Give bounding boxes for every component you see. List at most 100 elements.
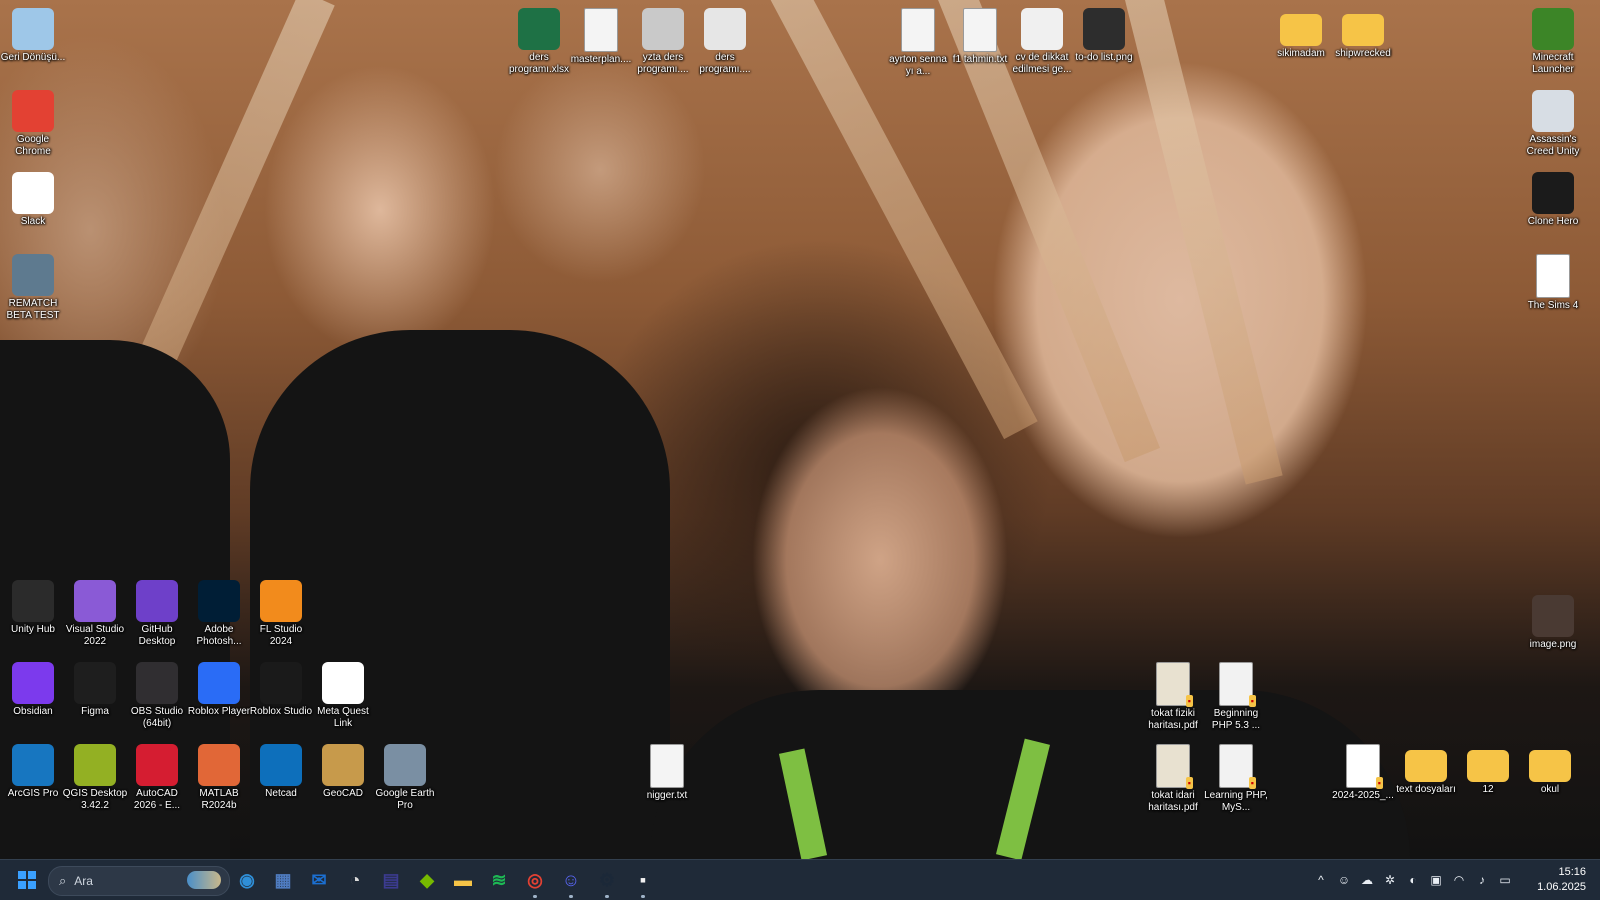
- start-button[interactable]: [12, 865, 42, 895]
- desktop-icon[interactable]: ▪ 2024-2025_...: [1330, 744, 1396, 802]
- desktop-icon[interactable]: QGIS Desktop 3.42.2: [62, 744, 128, 812]
- desktop-icon[interactable]: ▪ tokat idari haritası.pdf: [1140, 744, 1206, 814]
- desktop-icon[interactable]: cv de dikkat edilmesi ge...: [1009, 8, 1075, 76]
- desktop-icon[interactable]: Google Chrome: [0, 90, 66, 158]
- nvidia-taskbar-button[interactable]: ◆: [412, 865, 442, 895]
- desktop-icon[interactable]: Netcad: [248, 744, 314, 800]
- desktop-icon-label: Roblox Player: [187, 706, 251, 717]
- desktop-icon[interactable]: Meta Quest Link: [310, 662, 376, 730]
- desktop-icon[interactable]: Google Earth Pro: [372, 744, 438, 812]
- desktop-icon[interactable]: to-do list.png: [1071, 8, 1137, 64]
- folder-icon: [1405, 750, 1447, 782]
- desktop-icon[interactable]: Roblox Studio: [248, 662, 314, 718]
- desktop-icon-label: AutoCAD 2026 - E...: [133, 788, 181, 811]
- desktop-icon[interactable]: GeoCAD: [310, 744, 376, 800]
- control-panel-taskbar-button[interactable]: ▦: [268, 865, 298, 895]
- spotify-icon: ≋: [491, 869, 507, 890]
- matlab-icon: [198, 744, 240, 786]
- chrome-taskbar-icon: ◎: [527, 869, 543, 890]
- desktop-icon-label: Minecraft Launcher: [1532, 52, 1574, 75]
- pdf-icon: ▪: [1346, 744, 1383, 789]
- clock-app-taskbar-button[interactable]: ◔: [340, 865, 370, 895]
- pdf-badge-icon: ▪: [1248, 777, 1256, 789]
- file-explorer-taskbar-button[interactable]: ▬: [448, 865, 478, 895]
- steam-taskbar-button[interactable]: ⚙: [592, 865, 622, 898]
- steam-icon: ⚙: [598, 869, 616, 890]
- discord-taskbar-button[interactable]: ☺: [556, 865, 586, 898]
- discord-tray-icon[interactable]: ☺: [1336, 872, 1352, 888]
- desktop-icon[interactable]: Adobe Photosh...: [186, 580, 252, 648]
- spotify-taskbar-button[interactable]: ≋: [484, 865, 514, 895]
- desktop-icon[interactable]: ▪ Learning PHP, MyS...: [1203, 744, 1269, 814]
- taskbar-search-box[interactable]: ⌕ Ara: [48, 866, 230, 896]
- volume-icon[interactable]: ♪: [1474, 872, 1490, 888]
- text-file-icon: [963, 8, 997, 52]
- desktop-icon[interactable]: Geri Dönüşü...: [0, 8, 66, 64]
- desktop-icon[interactable]: f1 tahmin.txt: [947, 8, 1013, 66]
- desktop-icon[interactable]: ▪ Beginning PHP 5.3 ...: [1203, 662, 1269, 732]
- desktop-icon-label: Visual Studio 2022: [65, 624, 125, 647]
- system-clock[interactable]: 15:16 1.06.2025: [1537, 865, 1586, 895]
- notes-app-taskbar-button[interactable]: ▪: [628, 865, 658, 898]
- pdf-icon: ▪: [1219, 744, 1256, 789]
- tray-overflow-icon[interactable]: ^: [1313, 872, 1329, 888]
- battery-icon[interactable]: ▭: [1497, 872, 1513, 888]
- desktop-icon[interactable]: 12: [1455, 744, 1521, 796]
- app-tray-icon[interactable]: ▣: [1428, 872, 1444, 888]
- settings-tray-icon[interactable]: ✲: [1382, 872, 1398, 888]
- desktop-icon-label: f1 tahmin.txt: [952, 54, 1008, 65]
- desktop-icon[interactable]: GitHub Desktop: [124, 580, 190, 648]
- desktop-icon[interactable]: MATLAB R2024b: [186, 744, 252, 812]
- desktop-icon[interactable]: Clone Hero: [1520, 172, 1586, 228]
- google-earth-icon: [384, 744, 426, 786]
- desktop-icon[interactable]: OBS Studio (64bit): [124, 662, 190, 730]
- edge-beta-taskbar-button[interactable]: ◉: [232, 865, 262, 895]
- desktop-icon[interactable]: Visual Studio 2022: [62, 580, 128, 648]
- desktop-icon[interactable]: Assassin's Creed Unity: [1520, 90, 1586, 158]
- desktop-icon-label: shipwrecked: [1335, 48, 1391, 59]
- shield-tray-icon[interactable]: ◐: [1405, 872, 1421, 888]
- cloud-tray-icon[interactable]: ☁: [1359, 872, 1375, 888]
- desktop-icon[interactable]: ▪ tokat fiziki haritası.pdf: [1140, 662, 1206, 732]
- chrome-taskbar-taskbar-button[interactable]: ◎: [520, 865, 550, 898]
- minecraft-icon: [1532, 8, 1574, 50]
- desktop-icon[interactable]: okul: [1517, 744, 1583, 796]
- wifi-icon[interactable]: ◠: [1451, 872, 1467, 888]
- desktop-icon[interactable]: The Sims 4: [1520, 254, 1586, 312]
- desktop-icon[interactable]: ders programı....: [692, 8, 758, 76]
- desktop-icon[interactable]: Unity Hub: [0, 580, 66, 636]
- desktop-icon[interactable]: Figma: [62, 662, 128, 718]
- desktop-icon[interactable]: Obsidian: [0, 662, 66, 718]
- desktop-icon-label: Figma: [81, 706, 109, 717]
- desktop-icon-label: ders programı....: [699, 52, 751, 75]
- desktop-icon[interactable]: masterplan....: [568, 8, 634, 66]
- desktop-icon-label: GeoCAD: [322, 788, 363, 799]
- desktop-icon[interactable]: ayrton senna yı a...: [885, 8, 951, 78]
- arcgis-icon: [12, 744, 54, 786]
- desktop-icon[interactable]: text dosyaları: [1393, 744, 1459, 796]
- desktop-icon[interactable]: nigger.txt: [634, 744, 700, 802]
- desktop-icon[interactable]: Minecraft Launcher: [1520, 8, 1586, 76]
- desktop-icon[interactable]: Slack: [0, 172, 66, 228]
- windows-logo-icon: [18, 871, 36, 889]
- desktop-icon[interactable]: ArcGIS Pro: [0, 744, 66, 800]
- desktop-icon[interactable]: FL Studio 2024: [248, 580, 314, 648]
- desktop-icon-label: Learning PHP, MyS...: [1204, 790, 1268, 813]
- search-icon: ⌕: [59, 873, 67, 888]
- desktop-icon-label: Assassin's Creed Unity: [1526, 134, 1580, 157]
- desktop-icon[interactable]: sikimadam: [1268, 8, 1334, 60]
- desktop-icon[interactable]: image.png: [1520, 595, 1586, 651]
- taskbar: ⌕ Ara ◉ ▦ ✉ ◔ ▤ ◆ ▬ ≋ ◎ ☺ ⚙ ▪ ^ ☺ ☁ ✲ ◐ ▣ ◠ ♪ ▭ 15:16 1.06.…: [0, 859, 1600, 900]
- desktop-icon[interactable]: shipwrecked: [1330, 8, 1396, 60]
- clock-time: 15:16: [1558, 866, 1586, 878]
- desktop-icon-label: image.png: [1529, 639, 1577, 650]
- desktop-icon[interactable]: Roblox Player: [186, 662, 252, 718]
- desktop-icon[interactable]: AutoCAD 2026 - E...: [124, 744, 190, 812]
- visual-studio-taskbar-taskbar-button[interactable]: ▤: [376, 865, 406, 895]
- desktop-icon[interactable]: ders programı.xlsx: [506, 8, 572, 76]
- desktop-icon[interactable]: REMATCH BETA TEST: [0, 254, 66, 322]
- desktop-icon[interactable]: yzta ders programı....: [630, 8, 696, 76]
- desktop-icon-label: REMATCH BETA TEST: [6, 298, 60, 321]
- clone-hero-icon: [1532, 172, 1574, 214]
- mail-taskbar-button[interactable]: ✉: [304, 865, 334, 895]
